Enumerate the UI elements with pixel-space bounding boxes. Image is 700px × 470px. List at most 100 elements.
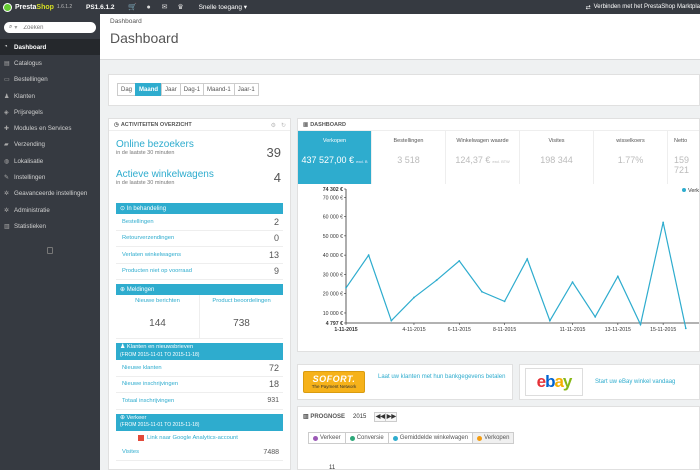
search-input[interactable] [23,24,82,31]
kpi-value: 437 527,00 € [301,155,355,165]
ebay-ad-text[interactable]: Start uw eBay winkel vandaag [595,378,699,387]
list-item-value: 0 [273,233,279,244]
sidebar-item-catalogus[interactable]: ▤ Catalogus [0,55,100,71]
cart-icon[interactable]: 🛒 [125,3,141,11]
sidebar-item-label: Administratie [14,206,50,214]
period-jaar-1[interactable]: Jaar-1 [233,83,259,96]
list-item-label[interactable]: Totaal inschrijvingen [122,398,174,404]
sidebar-item-modules-en-services[interactable]: ✚ Modules en Services [0,120,100,136]
quick-access-menu[interactable]: Snelle toegang ▾ [199,3,247,11]
sidebar-item-administratie[interactable]: ✲ Administratie [0,202,100,218]
marketplace-connect[interactable]: ⇄ Verbinden met het PrestaShop Marktpla [586,0,700,14]
breadcrumb[interactable]: Dashboard [110,18,142,25]
period-maand[interactable]: Maand [135,83,163,96]
ebay-logo-y: y [562,372,573,391]
period-jaar[interactable]: Jaar [161,83,181,96]
dashboard-title: DASHBOARD [310,121,346,128]
prestashop-logo[interactable]: PrestaShop 1.6.1.2 [0,2,80,12]
forecast-tab-label: Verkopen [484,435,510,441]
google-analytics-link[interactable]: Link naar Google Analytics-account [116,431,283,445]
book-icon: ▤ [4,60,10,67]
period-dag-1[interactable]: Dag-1 [179,83,205,96]
x-tick-label: 4-11-2015 [402,327,425,333]
ebay-ad[interactable]: ebay Start uw eBay winkel vandaag [519,364,700,400]
wrench-icon: ✎ [4,175,10,182]
traffic-title: Verkeer [126,414,147,421]
collapse-sidebar-icon[interactable] [47,246,53,254]
sidebar-item-statistieken[interactable]: ▥ Statistieken [0,218,100,234]
legend-marker [682,188,686,192]
visits-label[interactable]: Visites [122,449,139,455]
sidebar-item-klanten[interactable]: ♟ Klanten [0,88,100,104]
forecast-icon: ▥ [303,414,311,420]
data-point [481,290,483,293]
list-item: Bestellingen 2 [116,214,283,231]
online-visitors-label[interactable]: Online bezoekers [116,139,290,150]
kpi-label: Netto [674,138,688,144]
list-item-label[interactable]: Nieuwe klanten [122,365,162,371]
sidebar-item-verzending[interactable]: ▰ Verzending [0,137,100,153]
sofort-ad-text[interactable]: Laat uw klanten met hun bankgegevens bet… [378,373,506,382]
forecast-tab-verkopen[interactable]: Verkopen [472,432,515,444]
next-year-button[interactable]: ▶▶ [385,411,398,422]
sidebar-item-label: Catalogus [14,59,42,67]
list-item-label[interactable]: Producten niet op voorraad [122,268,192,274]
kpi-wisselkoers[interactable]: wisselkoers 1.77% [594,131,668,184]
search-icon: ⌕ [9,24,13,30]
period-dag[interactable]: Dag [117,83,137,96]
y-tick-label: 70 000 € [323,195,343,201]
sidebar-item-instellingen[interactable]: ✎ Instellingen [0,169,100,185]
sidebar-item-dashboard[interactable]: ◔ Dashboard [0,39,100,56]
visits-row: Visites 7488 [116,445,283,461]
sidebar-item-lokalisatie[interactable]: ◍ Lokalisatie [0,153,100,169]
sofort-ad[interactable]: SOFORT. The Payment Network Laat uw klan… [297,364,513,400]
envelope-icon[interactable]: ✉ [157,3,173,11]
ebay-logo: ebay [525,368,583,396]
list-item-value: 13 [268,249,279,260]
kpi-netto[interactable]: Netto 159 721 [668,131,700,184]
y-tick-label: 30 000 € [323,272,343,278]
new-messages[interactable]: Nieuwe berichten 144 [116,295,199,338]
forecast-tab-conversie[interactable]: Conversie [344,432,389,444]
kpi-winkelwagen-waarde[interactable]: Winkelwagen waarde 124,37 € excl. BTW [446,131,520,184]
refresh-icon[interactable]: ↻ [281,123,286,129]
kpi-verkopen[interactable]: Verkopen 437 527,00 € excl. B [298,131,372,184]
list-item-label[interactable]: Nieuwe inschrijvingen [122,381,178,387]
kpi-value-wrap: 1.77% [594,155,667,165]
customer-icon[interactable]: ● [141,4,157,11]
product-reviews-label: Product beoordelingen [212,298,271,304]
legend-dot-icon [313,435,318,441]
sofort-logo-text: SOFORT. [312,374,356,384]
kpi-label: Bestellingen [393,138,424,144]
list-item-value: 72 [268,362,279,373]
kpi-visites[interactable]: Visites 198 344 [520,131,594,184]
cogs-icon: ✲ [4,191,10,198]
active-carts-label[interactable]: Actieve winkelwagens [116,169,290,180]
logo-presta: Presta [15,3,37,11]
sidebar-search[interactable]: ⌕ ▾ [4,22,96,33]
sidebar-item-bestellingen[interactable]: ▭ Bestellingen [0,72,100,88]
forecast-tab-gemiddelde-winkelwagen[interactable]: Gemiddelde winkelwagen [387,432,474,444]
logo-version: 1.6.1.2 [56,4,73,10]
period-selector: Dag Maand Jaar Dag-1 Maand-1 Jaar-1 [108,74,700,106]
kpi-bestellingen[interactable]: Bestellingen 3 518 [372,131,446,184]
google-analytics-icon [138,434,144,441]
period-maand-1[interactable]: Maand-1 [203,83,235,96]
kpi-value-wrap: 3 518 [372,155,445,165]
list-item-label[interactable]: Retourverzendingen [122,235,174,241]
data-point [503,300,506,303]
data-point [684,327,687,330]
sidebar-item-label: Bestellingen [14,76,48,84]
trophy-icon[interactable]: ♛ [173,3,189,11]
product-reviews[interactable]: Product beoordelingen 738 [199,295,283,338]
configure-icon[interactable]: ⚙ [271,123,276,129]
sidebar-item-geavanceerde-instellingen[interactable]: ✲ Geavanceerde instellingen [0,186,100,202]
online-visitors-sub: in de laatste 30 minuten [116,150,175,156]
ebay-logo-a: a [554,372,564,391]
forecast-tab-verkeer[interactable]: Verkeer [308,432,346,444]
list-item-label[interactable]: Verlaten winkelwagens [122,252,181,258]
x-tick-label: 15-11-2015 [650,327,676,333]
sidebar-item-prijsregels[interactable]: ◈ Prijsregels [0,104,100,120]
list-item-label[interactable]: Bestellingen [122,219,154,225]
forecast-title: PROGNOSE [310,413,346,420]
